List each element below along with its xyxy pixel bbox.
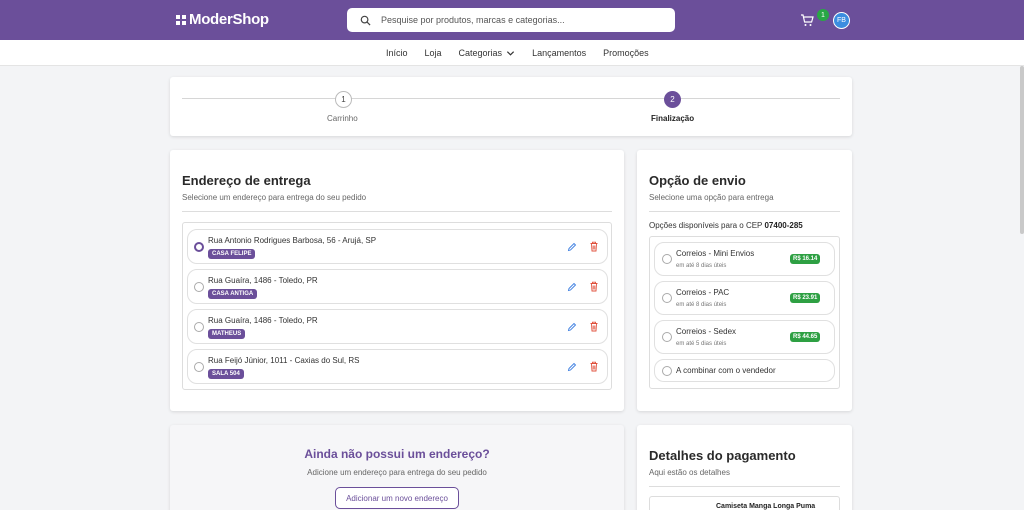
add-address-card: Ainda não possui um endereço? Adicione u… bbox=[170, 425, 624, 510]
address-label-badge: CASA ANTIGA bbox=[208, 289, 258, 299]
step-1-label: Carrinho bbox=[327, 114, 358, 123]
logo-text: ModerShop bbox=[189, 11, 269, 28]
trash-icon[interactable] bbox=[589, 321, 599, 332]
cep-prefix: Opções disponíveis para o CEP bbox=[649, 221, 763, 230]
shipping-option[interactable]: Correios - Sedex em até 5 dias úteis R$ … bbox=[654, 320, 835, 354]
avatar[interactable]: FB bbox=[833, 12, 850, 29]
search-input[interactable] bbox=[381, 15, 675, 25]
address-label-badge: SALA 504 bbox=[208, 369, 244, 379]
shipping-option-name: Correios - Mini Envios bbox=[676, 249, 755, 258]
shipping-combine-label: A combinar com o vendedor bbox=[676, 366, 776, 375]
shipping-radio[interactable] bbox=[662, 332, 672, 342]
shipping-option[interactable]: Correios - Mini Envios em até 8 dias úte… bbox=[654, 242, 835, 276]
address-item[interactable]: Rua Guaíra, 1486 - Toledo, PR MATHEUS bbox=[187, 309, 608, 344]
address-label-badge: MATHEUS bbox=[208, 329, 246, 339]
edit-icon[interactable] bbox=[567, 242, 577, 252]
edit-icon[interactable] bbox=[567, 362, 577, 372]
address-list: Rua Antonio Rodrigues Barbosa, 56 - Aruj… bbox=[182, 222, 612, 390]
address-text: Rua Guaíra, 1486 - Toledo, PR bbox=[208, 276, 318, 285]
shipping-option[interactable]: A combinar com o vendedor bbox=[654, 359, 835, 382]
nav-item-loja[interactable]: Loja bbox=[425, 48, 442, 58]
cep-line: Opções disponíveis para o CEP 07400-285 bbox=[649, 221, 803, 230]
shipping-option-eta: em até 8 dias úteis bbox=[676, 263, 727, 269]
nav-bar: Início Loja Categorias Lançamentos Promo… bbox=[0, 40, 1024, 66]
shipping-subtitle: Selecione uma opção para entrega bbox=[649, 193, 774, 202]
logo[interactable]: ModerShop bbox=[176, 11, 269, 28]
shipping-option-name: Correios - Sedex bbox=[676, 327, 737, 336]
top-bar: ModerShop 1 FB bbox=[0, 0, 1024, 40]
shipping-price-badge: R$ 16.14 bbox=[790, 254, 821, 264]
shipping-option-eta: em até 5 dias úteis bbox=[676, 341, 727, 347]
address-text: Rua Guaíra, 1486 - Toledo, PR bbox=[208, 316, 318, 325]
cep-value: 07400-285 bbox=[764, 221, 803, 230]
shipping-options-list: Correios - Mini Envios em até 8 dias úte… bbox=[649, 236, 840, 389]
product-item: Camiseta Manga Longa Puma bbox=[649, 496, 840, 510]
add-address-button[interactable]: Adicionar um novo endereço bbox=[335, 487, 459, 509]
nav-item-lancamentos[interactable]: Lançamentos bbox=[532, 48, 586, 58]
address-radio[interactable] bbox=[194, 282, 204, 292]
address-title: Endereço de entrega bbox=[182, 173, 311, 188]
address-item[interactable]: Rua Feijó Júnior, 1011 - Caxias do Sul, … bbox=[187, 349, 608, 384]
address-item[interactable]: Rua Guaíra, 1486 - Toledo, PR CASA ANTIG… bbox=[187, 269, 608, 304]
page-scrollbar[interactable] bbox=[1020, 66, 1024, 234]
payment-divider bbox=[649, 486, 840, 487]
add-address-subtitle: Adicione um endereço para entrega do seu… bbox=[307, 468, 487, 477]
shipping-radio[interactable] bbox=[662, 366, 672, 376]
step-2-label: Finalização bbox=[651, 114, 695, 123]
checkout-stepper: 1 2 Carrinho Finalização bbox=[170, 77, 852, 136]
trash-icon[interactable] bbox=[589, 361, 599, 372]
stepper-line bbox=[182, 98, 840, 99]
shipping-card: Opção de envio Selecione uma opção para … bbox=[637, 150, 852, 411]
trash-icon[interactable] bbox=[589, 241, 599, 252]
address-radio[interactable] bbox=[194, 322, 204, 332]
step-2-circle: 2 bbox=[664, 91, 681, 108]
shipping-divider bbox=[649, 211, 840, 212]
shipping-price-badge: R$ 44.65 bbox=[790, 332, 821, 342]
chevron-down-icon bbox=[506, 50, 515, 56]
edit-icon[interactable] bbox=[567, 322, 577, 332]
shipping-title: Opção de envio bbox=[649, 173, 746, 188]
nav-item-categorias-label: Categorias bbox=[458, 48, 503, 58]
shipping-option-name: Correios - PAC bbox=[676, 288, 730, 297]
nav-item-inicio[interactable]: Início bbox=[386, 48, 408, 58]
address-subtitle: Selecione um endereço para entrega do se… bbox=[182, 193, 367, 202]
search-bar[interactable] bbox=[347, 8, 675, 32]
shipping-radio[interactable] bbox=[662, 293, 672, 303]
add-address-title: Ainda não possui um endereço? bbox=[304, 447, 490, 461]
address-card: Endereço de entrega Selecione um endereç… bbox=[170, 150, 624, 411]
trash-icon[interactable] bbox=[589, 281, 599, 292]
step-1-circle[interactable]: 1 bbox=[335, 91, 352, 108]
address-text: Rua Feijó Júnior, 1011 - Caxias do Sul, … bbox=[208, 356, 360, 365]
address-radio[interactable] bbox=[194, 242, 204, 252]
payment-subtitle: Aqui estão os detalhes bbox=[649, 468, 730, 477]
logo-mark-icon bbox=[176, 14, 186, 25]
shipping-price-badge: R$ 23.91 bbox=[790, 293, 821, 303]
address-radio[interactable] bbox=[194, 362, 204, 372]
address-divider bbox=[182, 211, 612, 212]
shipping-option[interactable]: Correios - PAC em até 8 dias úteis R$ 23… bbox=[654, 281, 835, 315]
shipping-option-eta: em até 8 dias úteis bbox=[676, 302, 727, 308]
nav-item-promocoes[interactable]: Promoções bbox=[603, 48, 649, 58]
cart-count-badge: 1 bbox=[817, 9, 829, 21]
nav-item-categorias[interactable]: Categorias bbox=[459, 48, 516, 58]
address-item[interactable]: Rua Antonio Rodrigues Barbosa, 56 - Aruj… bbox=[187, 229, 608, 264]
edit-icon[interactable] bbox=[567, 282, 577, 292]
shipping-radio[interactable] bbox=[662, 254, 672, 264]
product-name: Camiseta Manga Longa Puma bbox=[716, 503, 816, 510]
search-icon bbox=[353, 8, 377, 32]
cart-icon[interactable] bbox=[800, 13, 814, 27]
payment-details-card: Detalhes do pagamento Aqui estão os deta… bbox=[637, 425, 852, 510]
payment-title: Detalhes do pagamento bbox=[649, 448, 796, 463]
address-text: Rua Antonio Rodrigues Barbosa, 56 - Aruj… bbox=[208, 236, 377, 245]
address-label-badge: CASA FELIPE bbox=[208, 249, 256, 259]
